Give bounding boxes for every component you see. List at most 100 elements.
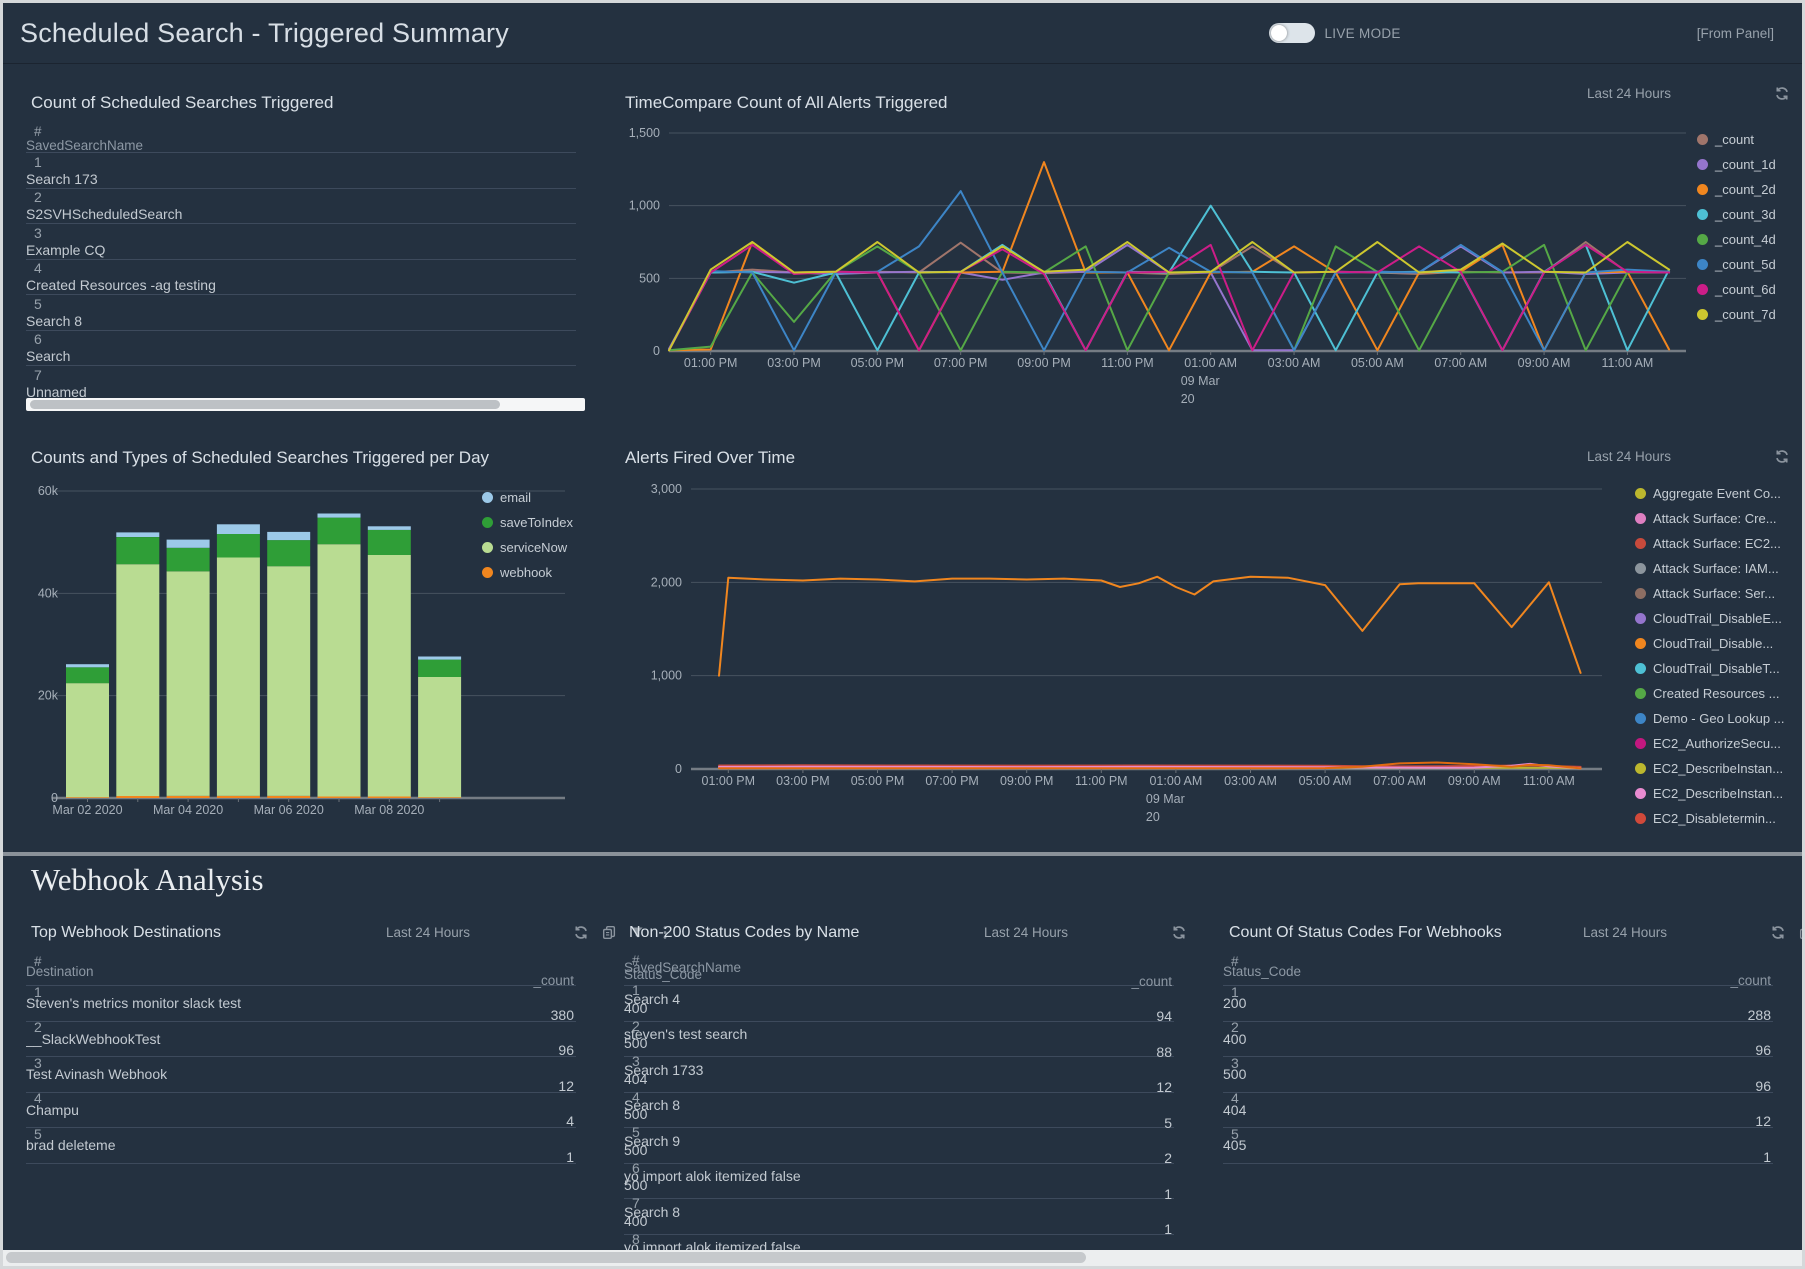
- live-mode-toggle[interactable]: [1269, 23, 1315, 43]
- legend-swatch: [1635, 538, 1646, 549]
- legend-item[interactable]: Created Resources ...: [1635, 681, 1785, 706]
- legend-item[interactable]: _count_4d: [1697, 227, 1776, 252]
- table-row[interactable]: 1200288: [1223, 986, 1773, 1022]
- legend-item[interactable]: EC2_AuthorizeSecu...: [1635, 731, 1785, 756]
- legend-item[interactable]: _count: [1697, 127, 1776, 152]
- edit-icon[interactable]: [1429, 25, 1446, 42]
- table-row[interactable]: 3Test Avinash Webhook12: [26, 1057, 576, 1093]
- legend-item[interactable]: saveToIndex: [482, 510, 573, 535]
- copy-icon[interactable]: [1712, 86, 1727, 101]
- legend-item[interactable]: _count_7d: [1697, 302, 1776, 327]
- table-row[interactable]: 2__SlackWebhookTest96: [26, 1022, 576, 1058]
- copy-icon[interactable]: [1712, 449, 1727, 464]
- filter-icon[interactable]: [1740, 449, 1755, 464]
- filter-icon[interactable]: [1137, 925, 1152, 940]
- time-range-label[interactable]: Last 24 Hours: [386, 925, 470, 940]
- refresh-icon[interactable]: [1680, 925, 1695, 940]
- legend-item[interactable]: email: [482, 485, 573, 510]
- table-row[interactable]: 54051: [1223, 1128, 1773, 1164]
- table-row[interactable]: 7Unnamed: [26, 366, 576, 402]
- table-row[interactable]: 2steven's test search50088: [624, 1022, 1174, 1058]
- refresh-icon[interactable]: [1684, 86, 1699, 101]
- more-options-icon[interactable]: [1768, 86, 1783, 101]
- legend-item[interactable]: CloudTrail_DisableT...: [1635, 656, 1785, 681]
- time-range-label[interactable]: Last 24 Hours: [984, 925, 1068, 940]
- table-row[interactable]: 1Search 173: [26, 153, 576, 189]
- svg-text:3,000: 3,000: [651, 482, 682, 496]
- svg-text:09:00 AM: 09:00 AM: [1448, 774, 1501, 788]
- time-range-label[interactable]: Last 24 Hours: [1587, 86, 1671, 101]
- legend-item[interactable]: _count_1d: [1697, 152, 1776, 177]
- legend-item[interactable]: EC2_DescribeInstan...: [1635, 781, 1785, 806]
- scrollbar-thumb[interactable]: [6, 1252, 1086, 1263]
- table-row[interactable]: 6yo import alok itemized false5001: [624, 1164, 1174, 1200]
- timecompare-chart[interactable]: 05001,0001,50001:00 PM03:00 PM05:00 PM07…: [600, 116, 1793, 416]
- svg-text:11:00 PM: 11:00 PM: [1101, 356, 1154, 370]
- filter-icon[interactable]: [539, 925, 554, 940]
- legend-item[interactable]: _count_6d: [1697, 277, 1776, 302]
- table-row[interactable]: 240096: [1223, 1022, 1773, 1058]
- webhook-codes-table: #Status_Code_count1200288240096350096440…: [1223, 957, 1773, 1164]
- table-cell: 1: [26, 154, 576, 170]
- table-row[interactable]: 5Search 8: [26, 295, 576, 331]
- more-options-icon[interactable]: [1609, 25, 1626, 42]
- more-options-icon[interactable]: [1764, 925, 1779, 940]
- table-row[interactable]: 350096: [1223, 1057, 1773, 1093]
- table-row[interactable]: 440412: [1223, 1093, 1773, 1129]
- refresh-icon[interactable]: [1081, 925, 1096, 940]
- table-row[interactable]: 1Search 440094: [624, 986, 1174, 1022]
- table-row[interactable]: 2S2SVHScheduledSearch: [26, 189, 576, 225]
- refresh-icon[interactable]: [1564, 25, 1581, 42]
- legend-item[interactable]: Attack Surface: Cre...: [1635, 506, 1785, 531]
- table-row[interactable]: 1Steven's metrics monitor slack test380: [26, 986, 576, 1022]
- more-options-icon[interactable]: [1165, 925, 1180, 940]
- table-row[interactable]: 4Created Resources -ag testing: [26, 260, 576, 296]
- copy-icon[interactable]: [511, 925, 526, 940]
- refresh-icon[interactable]: [1684, 449, 1699, 464]
- legend-item[interactable]: Attack Surface: Ser...: [1635, 581, 1785, 606]
- legend-item[interactable]: webhook: [482, 560, 573, 585]
- legend-item[interactable]: EC2_Disabletermin...: [1635, 806, 1785, 831]
- filter-icon[interactable]: [1474, 25, 1491, 42]
- page-horizontal-scrollbar[interactable]: [3, 1250, 1802, 1266]
- table-row[interactable]: 5brad deleteme1: [26, 1128, 576, 1164]
- legend-item[interactable]: Aggregate Event Co...: [1635, 481, 1785, 506]
- legend-item[interactable]: _count_2d: [1697, 177, 1776, 202]
- share-icon[interactable]: [1519, 25, 1536, 42]
- legend-item[interactable]: CloudTrail_DisableE...: [1635, 606, 1785, 631]
- legend-item[interactable]: _count_5d: [1697, 252, 1776, 277]
- legend-item[interactable]: Attack Surface: EC2...: [1635, 531, 1785, 556]
- legend-item[interactable]: EC2_DescribeInstan...: [1635, 756, 1785, 781]
- table-row[interactable]: 6Search: [26, 331, 576, 367]
- legend-label: _count_4d: [1715, 232, 1776, 247]
- more-options-icon[interactable]: [567, 925, 582, 940]
- legend-item[interactable]: serviceNow: [482, 535, 573, 560]
- table-row[interactable]: 5Search 95002: [624, 1128, 1174, 1164]
- table-row[interactable]: 3Search 173340412: [624, 1057, 1174, 1093]
- copy-icon[interactable]: [1708, 925, 1723, 940]
- more-options-icon[interactable]: [1768, 449, 1783, 464]
- filter-icon[interactable]: [1740, 86, 1755, 101]
- alerts-chart[interactable]: 01,0002,0003,00001:00 PM03:00 PM05:00 PM…: [600, 470, 1620, 850]
- table-row[interactable]: 4Search 85005: [624, 1093, 1174, 1129]
- table-row[interactable]: 3Example CQ: [26, 224, 576, 260]
- legend-item[interactable]: CloudTrail_Disable...: [1635, 631, 1785, 656]
- legend-item[interactable]: _count_3d: [1697, 202, 1776, 227]
- time-range-label[interactable]: Last 24 Hours: [1583, 925, 1667, 940]
- panel-controls: Last 24 Hours: [386, 925, 582, 940]
- scrollbar-thumb[interactable]: [30, 400, 500, 409]
- filter-icon[interactable]: [1736, 925, 1751, 940]
- legend-item[interactable]: Demo - Geo Lookup ...: [1635, 706, 1785, 731]
- clock-icon[interactable]: [1654, 25, 1671, 42]
- copy-icon[interactable]: [1109, 925, 1124, 940]
- table-horizontal-scrollbar[interactable]: [26, 398, 585, 411]
- table-row[interactable]: 4Champu4: [26, 1093, 576, 1129]
- legend-swatch: [1635, 738, 1646, 749]
- refresh-icon[interactable]: [483, 925, 498, 940]
- table-row[interactable]: 7Search 84001: [624, 1199, 1174, 1235]
- svg-text:07:00 PM: 07:00 PM: [925, 774, 979, 788]
- legend-item[interactable]: Attack Surface: IAM...: [1635, 556, 1785, 581]
- time-range-label[interactable]: Last 24 Hours: [1587, 449, 1671, 464]
- table-cell: 7: [26, 367, 576, 383]
- svg-text:11:00 AM: 11:00 AM: [1523, 774, 1575, 788]
